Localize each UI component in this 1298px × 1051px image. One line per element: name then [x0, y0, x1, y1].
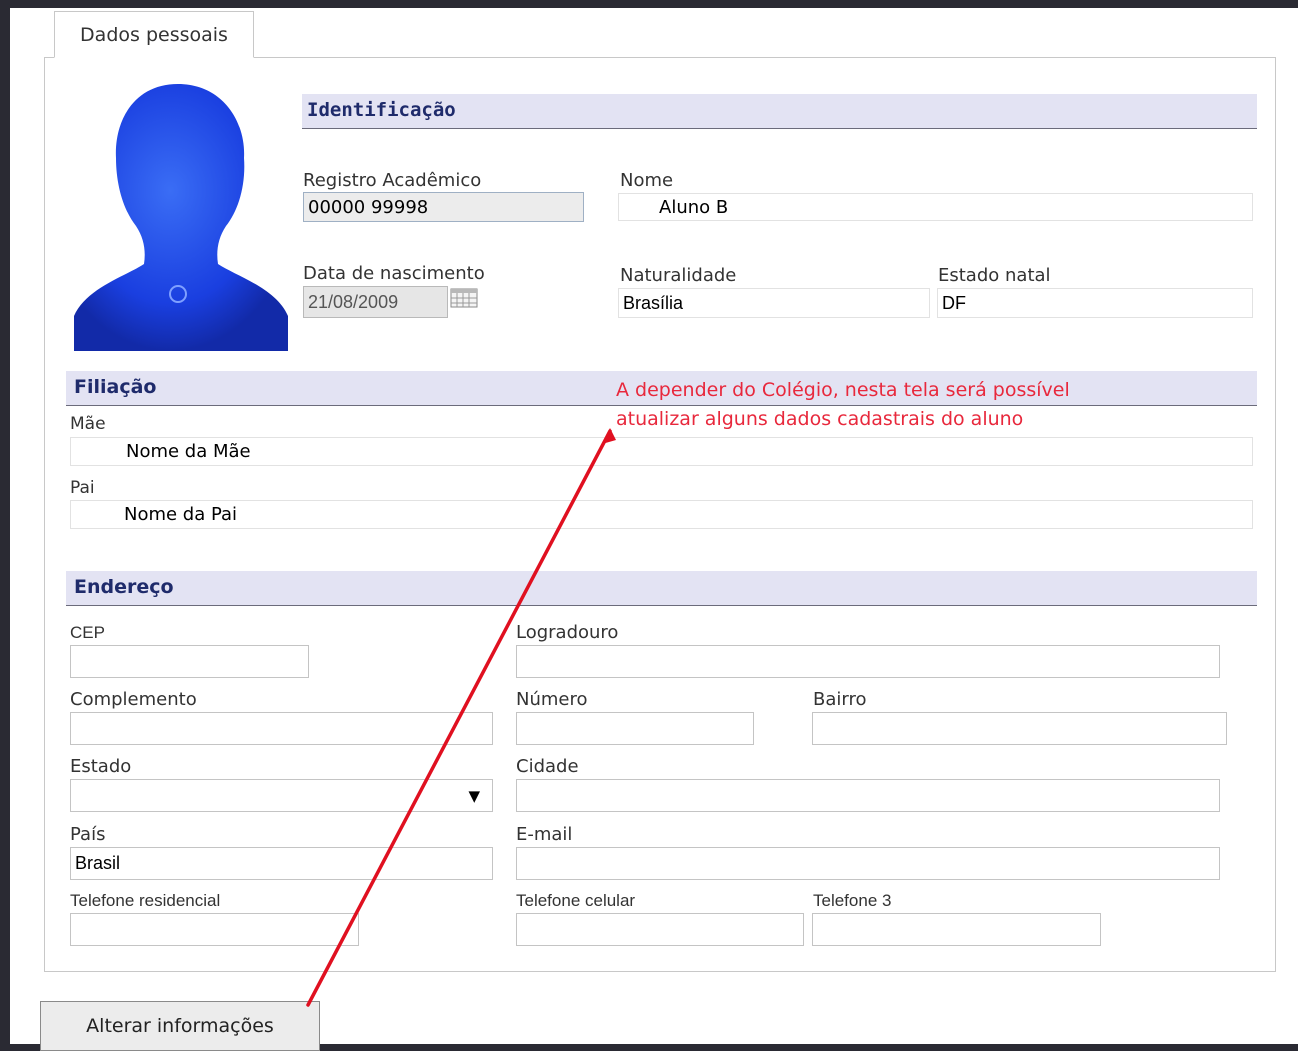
naturalidade-value: Brasília	[623, 292, 684, 313]
filiacao-title: Filiação	[74, 376, 157, 398]
complemento-field[interactable]	[70, 712, 493, 745]
student-photo	[66, 76, 291, 351]
nome-field[interactable]: Aluno B	[618, 193, 1253, 221]
numero-label: Número	[516, 689, 588, 710]
email-label: E-mail	[516, 824, 573, 845]
pai-value: Nome da Pai	[124, 504, 238, 525]
pais-value: Brasil	[75, 853, 121, 873]
nascimento-value: 21/08/2009	[308, 291, 399, 312]
identificacao-title: Identificação	[307, 99, 456, 121]
pai-field[interactable]: Nome da Pai	[70, 500, 1253, 529]
nome-value: Aluno B	[659, 196, 729, 218]
cidade-label: Cidade	[516, 756, 579, 777]
nascimento-field: 21/08/2009	[303, 286, 448, 318]
pais-field[interactable]: Brasil	[70, 847, 493, 880]
mae-field[interactable]: Nome da Mãe	[70, 437, 1253, 466]
nascimento-label: Data de nascimento	[303, 263, 485, 284]
naturalidade-label: Naturalidade	[620, 265, 737, 286]
user-silhouette-icon	[74, 84, 288, 351]
estado-natal-field[interactable]: DF	[937, 288, 1253, 318]
estado-select[interactable]: ▼	[70, 779, 493, 812]
mae-label: Mãe	[70, 414, 106, 434]
mae-value: Nome da Mãe	[126, 441, 251, 462]
logradouro-field[interactable]	[516, 645, 1220, 678]
tel-cel-field[interactable]	[516, 913, 804, 946]
annotation-line-1: A depender do Colégio, nesta tela será p…	[616, 379, 1070, 401]
ra-value: 00000 99998	[308, 196, 429, 218]
naturalidade-field[interactable]: Brasília	[618, 288, 930, 318]
window-frame-top	[0, 0, 1298, 8]
bairro-label: Bairro	[813, 689, 867, 710]
complemento-label: Complemento	[70, 689, 197, 710]
nome-label: Nome	[620, 170, 674, 191]
tab-dados-pessoais[interactable]: Dados pessoais	[54, 11, 254, 58]
bairro-field[interactable]	[812, 712, 1227, 745]
chevron-down-icon: ▼	[468, 787, 480, 805]
cidade-field[interactable]	[516, 779, 1220, 812]
cep-field[interactable]	[70, 645, 309, 678]
numero-field[interactable]	[516, 712, 754, 745]
tel-res-label: Telefone residencial	[70, 891, 221, 910]
endereco-header	[66, 571, 1257, 606]
window-frame-left	[0, 0, 10, 1044]
logradouro-label: Logradouro	[516, 622, 619, 643]
alterar-label: Alterar informações	[86, 1015, 274, 1037]
pais-label: País	[70, 824, 106, 845]
estado-natal-value: DF	[942, 292, 966, 313]
calendar-icon[interactable]	[450, 288, 478, 308]
estado-label: Estado	[70, 756, 132, 777]
tel-cel-label: Telefone celular	[516, 891, 636, 910]
email-field[interactable]	[516, 847, 1220, 880]
tab-label: Dados pessoais	[80, 23, 228, 46]
pai-label: Pai	[70, 478, 95, 498]
tel3-field[interactable]	[812, 913, 1101, 946]
estado-natal-label: Estado natal	[938, 265, 1051, 286]
ra-label: Registro Acadêmico	[303, 170, 482, 191]
cep-label: CEP	[70, 623, 105, 642]
ra-field: 00000 99998	[303, 192, 584, 222]
endereco-title: Endereço	[74, 576, 174, 598]
tel3-label: Telefone 3	[813, 891, 892, 910]
tel-res-field[interactable]	[70, 913, 359, 946]
annotation-line-2: atualizar alguns dados cadastrais do alu…	[616, 408, 1024, 430]
